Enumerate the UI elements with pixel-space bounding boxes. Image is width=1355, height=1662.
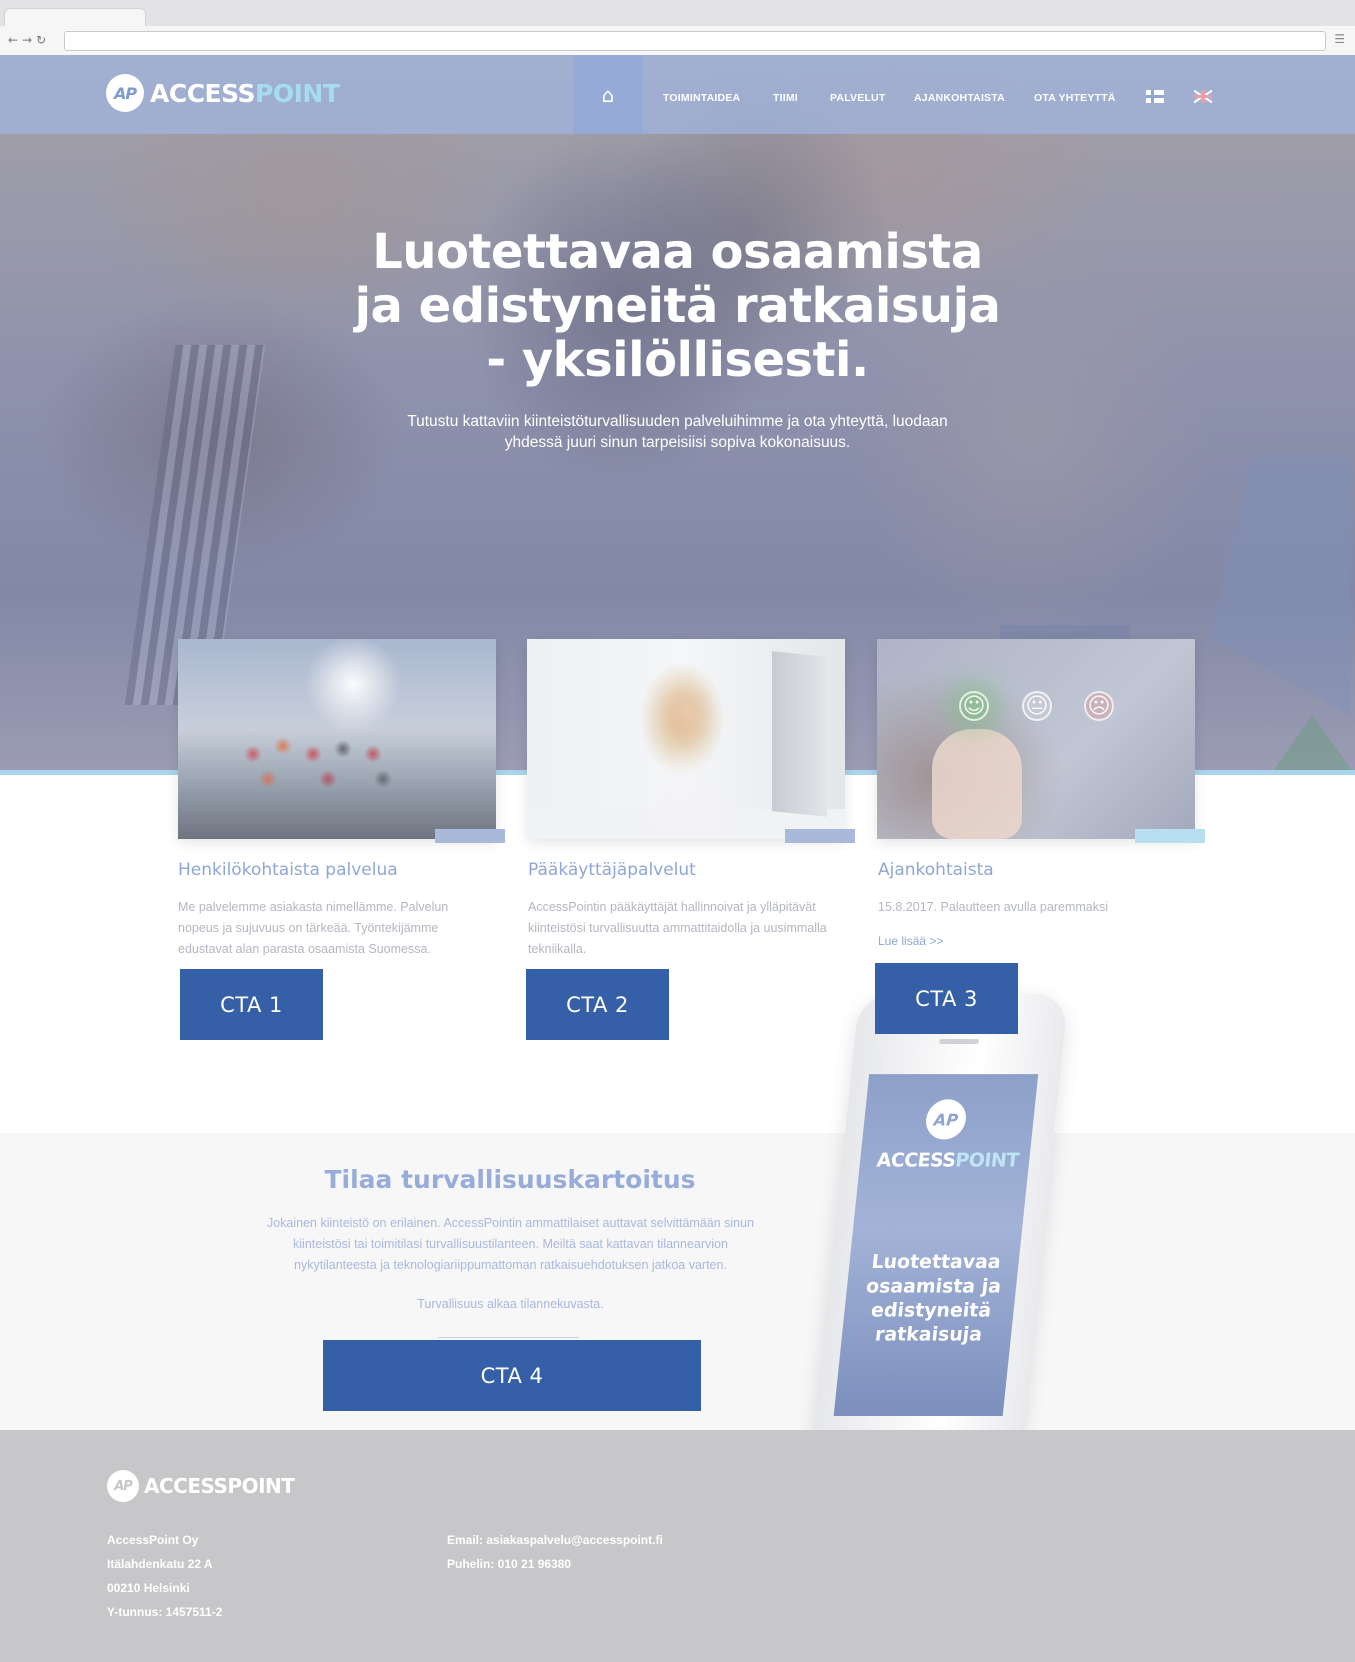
browser-tab[interactable] <box>4 8 146 27</box>
site-logo[interactable]: AP ACCESSPOINT <box>106 74 340 112</box>
card-image-admin <box>527 639 845 839</box>
footer-email[interactable]: Email: asiakaspalvelu@accesspoint.fi <box>447 1528 663 1552</box>
card-title[interactable]: Henkilökohtaista palvelua <box>178 860 398 880</box>
home-icon[interactable]: ⌂ <box>573 55 643 134</box>
footer-street: Itälahdenkatu 22 A <box>107 1557 213 1571</box>
address-bar[interactable] <box>64 31 1326 51</box>
footer-logo-part: POINT <box>227 1474 295 1498</box>
person <box>627 664 747 839</box>
card-body: AccessPointin pääkäyttäjät hallinnoivat … <box>528 900 827 956</box>
card-image-feedback: ☺ 😐 ☹ <box>877 639 1195 839</box>
card-accent-tab <box>785 829 855 843</box>
security-title: Tilaa turvallisuuskartoitus <box>324 1165 696 1194</box>
cta-3-button[interactable]: CTA 3 <box>875 963 1018 1034</box>
footer-city: 00210 Helsinki <box>107 1581 190 1595</box>
nav-item-ajankohtaista[interactable]: AJANKOHTAISTA <box>914 92 1005 104</box>
browser-menu-icon[interactable]: ☰ <box>1334 32 1345 46</box>
nav-item-toimintaidea[interactable]: TOIMINTAIDEA <box>663 92 740 104</box>
phone-brand-part: ACCESS <box>875 1149 957 1172</box>
footer-company: AccessPoint Oy <box>107 1533 199 1547</box>
logo-wordmark: ACCESSPOINT <box>150 78 340 108</box>
browser-chrome: ←→↻ ☰ <box>0 0 1355 56</box>
card-image-team <box>178 639 496 839</box>
footer-address: AccessPoint Oy Itälahdenkatu 22 A 00210 … <box>107 1528 222 1624</box>
cta-4-button[interactable]: CTA 4 <box>323 1340 701 1411</box>
footer-logo-wordmark: ACCESSPOINT <box>144 1474 295 1498</box>
footer-contact: Email: asiakaspalvelu@accesspoint.fi Puh… <box>447 1528 663 1576</box>
phone-screen: AP ACCESSPOINT Luotettavaa osaamista ja … <box>833 1074 1039 1417</box>
hand <box>932 729 1022 839</box>
logo-wordmark-part: ACCESS <box>150 78 256 108</box>
card-accent-tab <box>1135 829 1205 843</box>
card-body: 15.8.2017. Palautteen avulla paremmaksi <box>878 900 1109 914</box>
card-title[interactable]: Ajankohtaista <box>878 860 994 880</box>
card-accent-tab <box>435 829 505 843</box>
uk-flag-icon[interactable] <box>1194 90 1212 103</box>
nav-item-tiimi[interactable]: TIIMI <box>773 92 798 104</box>
security-tagline: Turvallisuus alkaa tilannekuvasta. <box>417 1297 604 1311</box>
read-more-link[interactable]: Lue lisää >> <box>878 934 943 948</box>
card-body: Me palvelemme asiakasta nimellämme. Palv… <box>178 900 449 956</box>
footer-logo-badge: AP <box>107 1470 139 1502</box>
monitor <box>772 651 827 817</box>
cta-2-button[interactable]: CTA 2 <box>526 969 669 1040</box>
phone-speaker <box>938 1038 980 1045</box>
team-group-photo <box>233 724 403 794</box>
neutral-face-icon: 😐 <box>1022 691 1052 721</box>
divider <box>438 1337 579 1338</box>
browser-nav-icons[interactable]: ←→↻ <box>8 33 50 47</box>
logo-badge: AP <box>106 74 144 112</box>
nav-item-palvelut[interactable]: PALVELUT <box>830 92 885 104</box>
hero-title: Luotettavaa osaamista ja edistyneitä rat… <box>354 224 1001 388</box>
fi-flag-icon[interactable] <box>1146 90 1164 103</box>
nav-item-ota-yhteytta[interactable]: OTA YHTEYTTÄ <box>1034 92 1116 104</box>
phone-logo-badge: AP <box>924 1099 968 1140</box>
hero-subtitle: Tutustu kattaviin kiinteistöturvallisuud… <box>407 413 948 451</box>
footer-business-id: Y-tunnus: 1457511-2 <box>107 1605 223 1619</box>
phone-brand: ACCESSPOINT <box>867 1150 1028 1172</box>
sad-face-icon: ☹ <box>1084 691 1114 721</box>
security-body: Jokainen kiinteistö on erilainen. Access… <box>266 1216 755 1272</box>
cta-1-button[interactable]: CTA 1 <box>180 969 323 1040</box>
phone-hero-text: Luotettavaa osaamista ja edistyneitä rat… <box>865 1251 1003 1346</box>
footer-logo[interactable]: AP ACCESSPOINT <box>107 1470 295 1502</box>
card-title[interactable]: Pääkäyttäjäpalvelut <box>528 860 696 880</box>
phone-brand-part: POINT <box>954 1149 1020 1172</box>
footer-phone[interactable]: Puhelin: 010 21 96380 <box>447 1552 663 1576</box>
logo-wordmark-part: POINT <box>255 78 340 108</box>
footer-logo-part: ACCESS <box>144 1474 228 1498</box>
happy-face-icon: ☺ <box>959 691 989 721</box>
